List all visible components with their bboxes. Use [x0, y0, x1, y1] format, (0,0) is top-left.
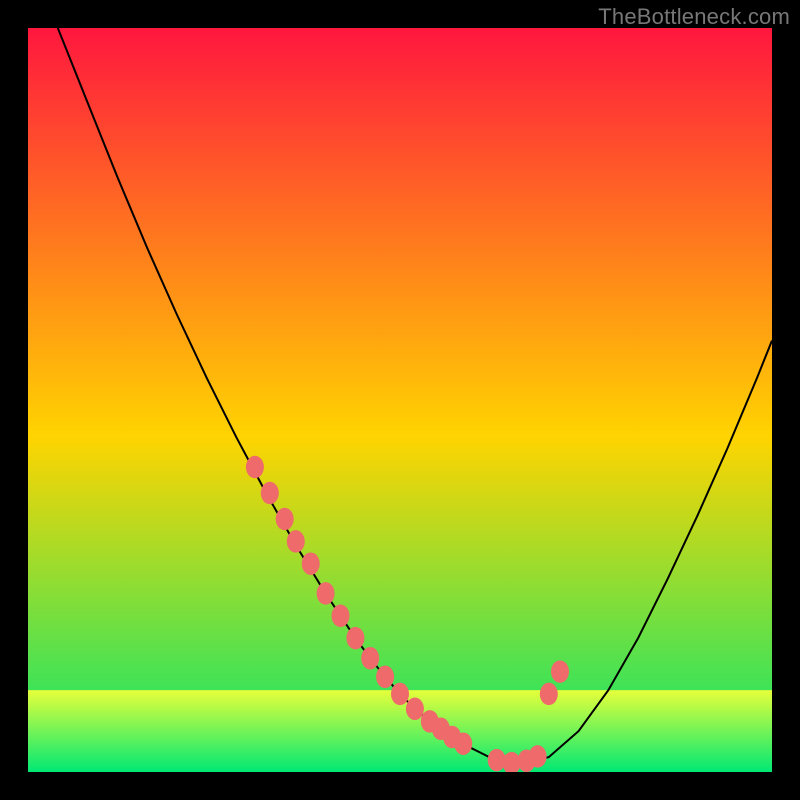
highlight-dot — [317, 582, 335, 605]
highlight-dot — [276, 508, 294, 531]
chart-svg — [28, 28, 772, 772]
highlight-dot — [246, 456, 264, 479]
watermark-text: TheBottleneck.com — [598, 4, 790, 30]
highlight-dot — [391, 683, 409, 706]
highlight-dot — [332, 605, 350, 628]
highlight-dot — [287, 530, 305, 553]
highlight-dot — [529, 745, 547, 768]
highlight-dot — [454, 732, 472, 755]
highlight-dot — [406, 698, 424, 721]
highlight-dot — [540, 683, 558, 706]
highlight-dot — [346, 627, 364, 650]
gradient-background — [28, 28, 772, 772]
highlight-dot — [261, 482, 279, 505]
highlight-dot — [551, 660, 569, 683]
chart-frame: TheBottleneck.com — [0, 0, 800, 800]
highlight-dot — [302, 552, 320, 575]
highlight-dot — [376, 666, 394, 689]
plot-area — [28, 28, 772, 772]
highlight-dot — [361, 647, 379, 670]
